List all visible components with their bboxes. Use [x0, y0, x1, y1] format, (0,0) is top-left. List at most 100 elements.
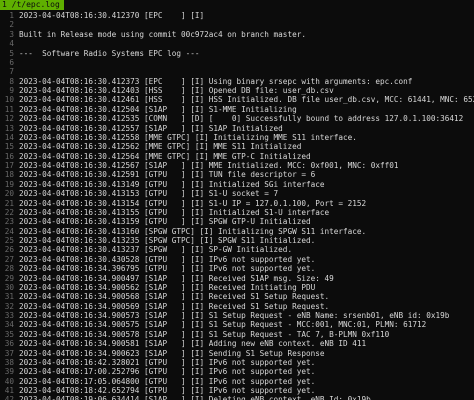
log-viewer[interactable]: 1 2023-04-04T08:16:30.412370 [EPC ] [I] 2 3…	[0, 11, 474, 400]
line-number: 4	[9, 39, 14, 49]
line-number: 30	[4, 282, 14, 292]
log-text: 2023-04-04T08:16:30.413155 [GTPU ] [I] I…	[19, 207, 330, 217]
line-number: 19	[4, 179, 14, 189]
log-text: --- Software Radio Systems EPC log ---	[19, 48, 200, 58]
log-text: 2023-04-04T08:16:34.900569 [S1AP ] [I] R…	[19, 301, 330, 311]
log-text: 2023-04-04T08:16:34.396795 [GTPU ] [I] I…	[19, 264, 316, 274]
log-text: 2023-04-04T08:16:34.900575 [S1AP ] [I] S…	[19, 320, 427, 330]
log-text: 2023-04-04T08:16:30.412373 [EPC ] [I] Us…	[19, 76, 413, 86]
log-line: 36 2023-04-04T08:16:34.900581 [S1AP ] [I]…	[0, 339, 474, 348]
line-number: 24	[4, 226, 14, 236]
line-number: 17	[4, 161, 14, 170]
log-text: 2023-04-04T08:16:30.413235 [SPGW GTPC] […	[19, 236, 316, 245]
line-number: 16	[4, 151, 14, 161]
line-number: 28	[4, 264, 14, 274]
log-line: 29 2023-04-04T08:16:34.900497 [S1AP ] [I]…	[0, 274, 474, 283]
line-number: 23	[4, 217, 14, 227]
log-text: 2023-04-04T08:16:30.412562 [MME GTPC] [I…	[19, 142, 302, 152]
log-text: 2023-04-04T08:16:34.900581 [S1AP ] [I] A…	[19, 339, 367, 349]
log-line: 4	[0, 39, 474, 48]
log-text: 2023-04-04T08:16:30.413154 [GTPU ] [I] S…	[19, 198, 367, 208]
line-number: 22	[4, 207, 14, 217]
line-number: 40	[4, 376, 14, 386]
log-text: 2023-04-04T08:17:00.252796 [GTPU ] [I] I…	[19, 367, 316, 377]
line-number: 5	[9, 48, 14, 58]
line-number: 12	[4, 114, 14, 124]
log-text: 2023-04-04T08:16:34.900573 [S1AP ] [I] S…	[19, 311, 450, 320]
log-line: 21 2023-04-04T08:16:30.413154 [GTPU ] [I]…	[0, 199, 474, 208]
log-line: 8 2023-04-04T08:16:30.412373 [EPC ] [I] U…	[0, 77, 474, 86]
line-number: 38	[4, 357, 14, 367]
log-line: 14 2023-04-04T08:16:30.412558 [MME GTPC] …	[0, 133, 474, 142]
log-text: 2023-04-04T08:16:34.900497 [S1AP ] [I] R…	[19, 273, 334, 283]
log-text: 2023-04-04T08:16:30.413153 [GTPU ] [I] S…	[19, 189, 279, 199]
line-number: 15	[4, 142, 14, 152]
line-number: 1	[9, 11, 14, 20]
log-line: 5 --- Software Radio Systems EPC log ---	[0, 49, 474, 58]
log-line: 19 2023-04-04T08:16:30.413149 [GTPU ] [I]…	[0, 180, 474, 189]
log-text: 2023-04-04T08:16:30.413160 [SPGW GTPC] […	[19, 226, 367, 236]
line-number: 8	[9, 76, 14, 86]
log-line: 40 2023-04-04T08:17:05.064800 [GTPU ] [I]…	[0, 377, 474, 386]
log-text: 2023-04-04T08:16:30.412461 [HSS ] [I] HS…	[19, 95, 474, 105]
line-number: 26	[4, 245, 14, 255]
line-number: 21	[4, 198, 14, 208]
line-number: 10	[4, 95, 14, 105]
line-number: 37	[4, 348, 14, 358]
log-text: 2023-04-04T08:16:30.430528 [GTPU ] [I] I…	[19, 254, 316, 264]
log-text: Built in Release mode using commit 00c97…	[19, 29, 306, 39]
line-number: 31	[4, 292, 14, 302]
log-line: 3 Built in Release mode using commit 00c9…	[0, 30, 474, 39]
log-text: 2023-04-04T08:16:30.412558 [MME GTPC] [I…	[19, 132, 357, 142]
log-line: 33 2023-04-04T08:16:34.900573 [S1AP ] [I]…	[0, 311, 474, 320]
line-number: 36	[4, 339, 14, 349]
line-number: 32	[4, 301, 14, 311]
log-line: 25 2023-04-04T08:16:30.413235 [SPGW GTPC]…	[0, 236, 474, 245]
log-line: 26 2023-04-04T08:16:30.413237 [SPGW ] [I]…	[0, 245, 474, 254]
log-text: 2023-04-04T08:16:34.900578 [S1AP ] [I] S…	[19, 329, 390, 339]
line-number: 42	[4, 395, 14, 400]
line-number: 27	[4, 254, 14, 264]
line-number: 18	[4, 170, 14, 180]
log-line: 42 2023-04-04T08:19:06.634414 [S1AP ] [I]…	[0, 395, 474, 400]
log-line: 34 2023-04-04T08:16:34.900575 [S1AP ] [I]…	[0, 320, 474, 329]
log-text: 2023-04-04T08:16:34.900562 [S1AP ] [I] R…	[19, 282, 316, 292]
log-line: 16 2023-04-04T08:16:30.412564 [MME GTPC] …	[0, 152, 474, 161]
log-line: 31 2023-04-04T08:16:34.900568 [S1AP ] [I]…	[0, 292, 474, 301]
log-line: 17 2023-04-04T08:16:30.412567 [S1AP ] [I]…	[0, 161, 474, 170]
log-line: 38 2023-04-04T08:16:42.328021 [GTPU ] [I]…	[0, 358, 474, 367]
log-text: 2023-04-04T08:16:34.900623 [S1AP ] [I] S…	[19, 348, 325, 358]
log-line: 2	[0, 20, 474, 29]
log-line: 10 2023-04-04T08:16:30.412461 [HSS ] [I] …	[0, 95, 474, 104]
line-number: 20	[4, 189, 14, 199]
log-text: 2023-04-04T08:16:42.328021 [GTPU ] [I] I…	[19, 357, 316, 367]
line-number: 2	[9, 20, 14, 30]
log-text: 2023-04-04T08:16:30.412564 [MME GTPC] [I…	[19, 151, 311, 161]
log-line: 39 2023-04-04T08:17:00.252796 [GTPU ] [I]…	[0, 367, 474, 376]
log-text: 2023-04-04T08:16:30.412504 [S1AP ] [I] S…	[19, 104, 297, 114]
log-line: 15 2023-04-04T08:16:30.412562 [MME GTPC] …	[0, 142, 474, 151]
log-line: 11 2023-04-04T08:16:30.412504 [S1AP ] [I]…	[0, 105, 474, 114]
tab-epc-log[interactable]: 1 /t/epc.log	[0, 0, 64, 10]
log-line: 41 2023-04-04T08:18:42.652794 [GTPU ] [I]…	[0, 386, 474, 395]
log-line: 20 2023-04-04T08:16:30.413153 [GTPU ] [I]…	[0, 189, 474, 198]
line-number: 29	[4, 273, 14, 283]
line-number: 6	[9, 57, 14, 67]
log-line: 22 2023-04-04T08:16:30.413155 [GTPU ] [I]…	[0, 208, 474, 217]
log-line: 35 2023-04-04T08:16:34.900578 [S1AP ] [I]…	[0, 330, 474, 339]
line-number: 35	[4, 329, 14, 339]
log-line: 9 2023-04-04T08:16:30.412403 [HSS ] [I] O…	[0, 86, 474, 95]
line-number: 39	[4, 367, 14, 377]
log-line: 28 2023-04-04T08:16:34.396795 [GTPU ] [I]…	[0, 264, 474, 273]
log-line: 27 2023-04-04T08:16:30.430528 [GTPU ] [I]…	[0, 255, 474, 264]
log-line: 37 2023-04-04T08:16:34.900623 [S1AP ] [I]…	[0, 349, 474, 358]
log-line: 13 2023-04-04T08:16:30.412557 [S1AP ] [I]…	[0, 124, 474, 133]
log-text: 2023-04-04T08:18:42.652794 [GTPU ] [I] I…	[19, 386, 316, 395]
log-line: 24 2023-04-04T08:16:30.413160 [SPGW GTPC]…	[0, 227, 474, 236]
log-line: 18 2023-04-04T08:16:30.412591 [GTPU ] [I]…	[0, 170, 474, 179]
log-text: 2023-04-04T08:16:30.412557 [S1AP ] [I] S…	[19, 123, 283, 133]
line-number: 9	[9, 86, 14, 95]
log-text: 2023-04-04T08:16:30.412567 [S1AP ] [I] M…	[19, 161, 399, 170]
line-number: 13	[4, 123, 14, 133]
line-number: 3	[9, 29, 14, 39]
